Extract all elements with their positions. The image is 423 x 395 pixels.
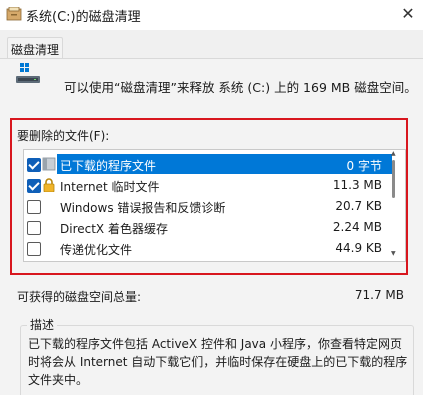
info-text: 可以使用“磁盘清理”来释放 系统 (C:) 上的 169 MB 磁盘空间。 <box>64 80 417 95</box>
description-title: 描述 <box>27 316 58 333</box>
tab-label: 磁盘清理 <box>10 43 59 57</box>
window-title: 系统(C:)的磁盘清理 <box>26 10 141 25</box>
tab-disk-cleanup[interactable]: 磁盘清理 <box>7 37 63 60</box>
highlight-frame <box>10 118 408 275</box>
description-text: 已下载的程序文件包括 ActiveX 控件和 Java 小程序，你查看特定网页时… <box>28 337 408 387</box>
space-gained-label: 可获得的磁盘空间总量: <box>17 290 142 304</box>
drive-icon <box>16 63 40 83</box>
disk-cleanup-app-icon <box>6 7 22 21</box>
tab-strip <box>0 30 423 58</box>
space-gained-value: 71.7 MB <box>354 288 404 302</box>
close-button[interactable]: ✕ <box>398 4 418 24</box>
